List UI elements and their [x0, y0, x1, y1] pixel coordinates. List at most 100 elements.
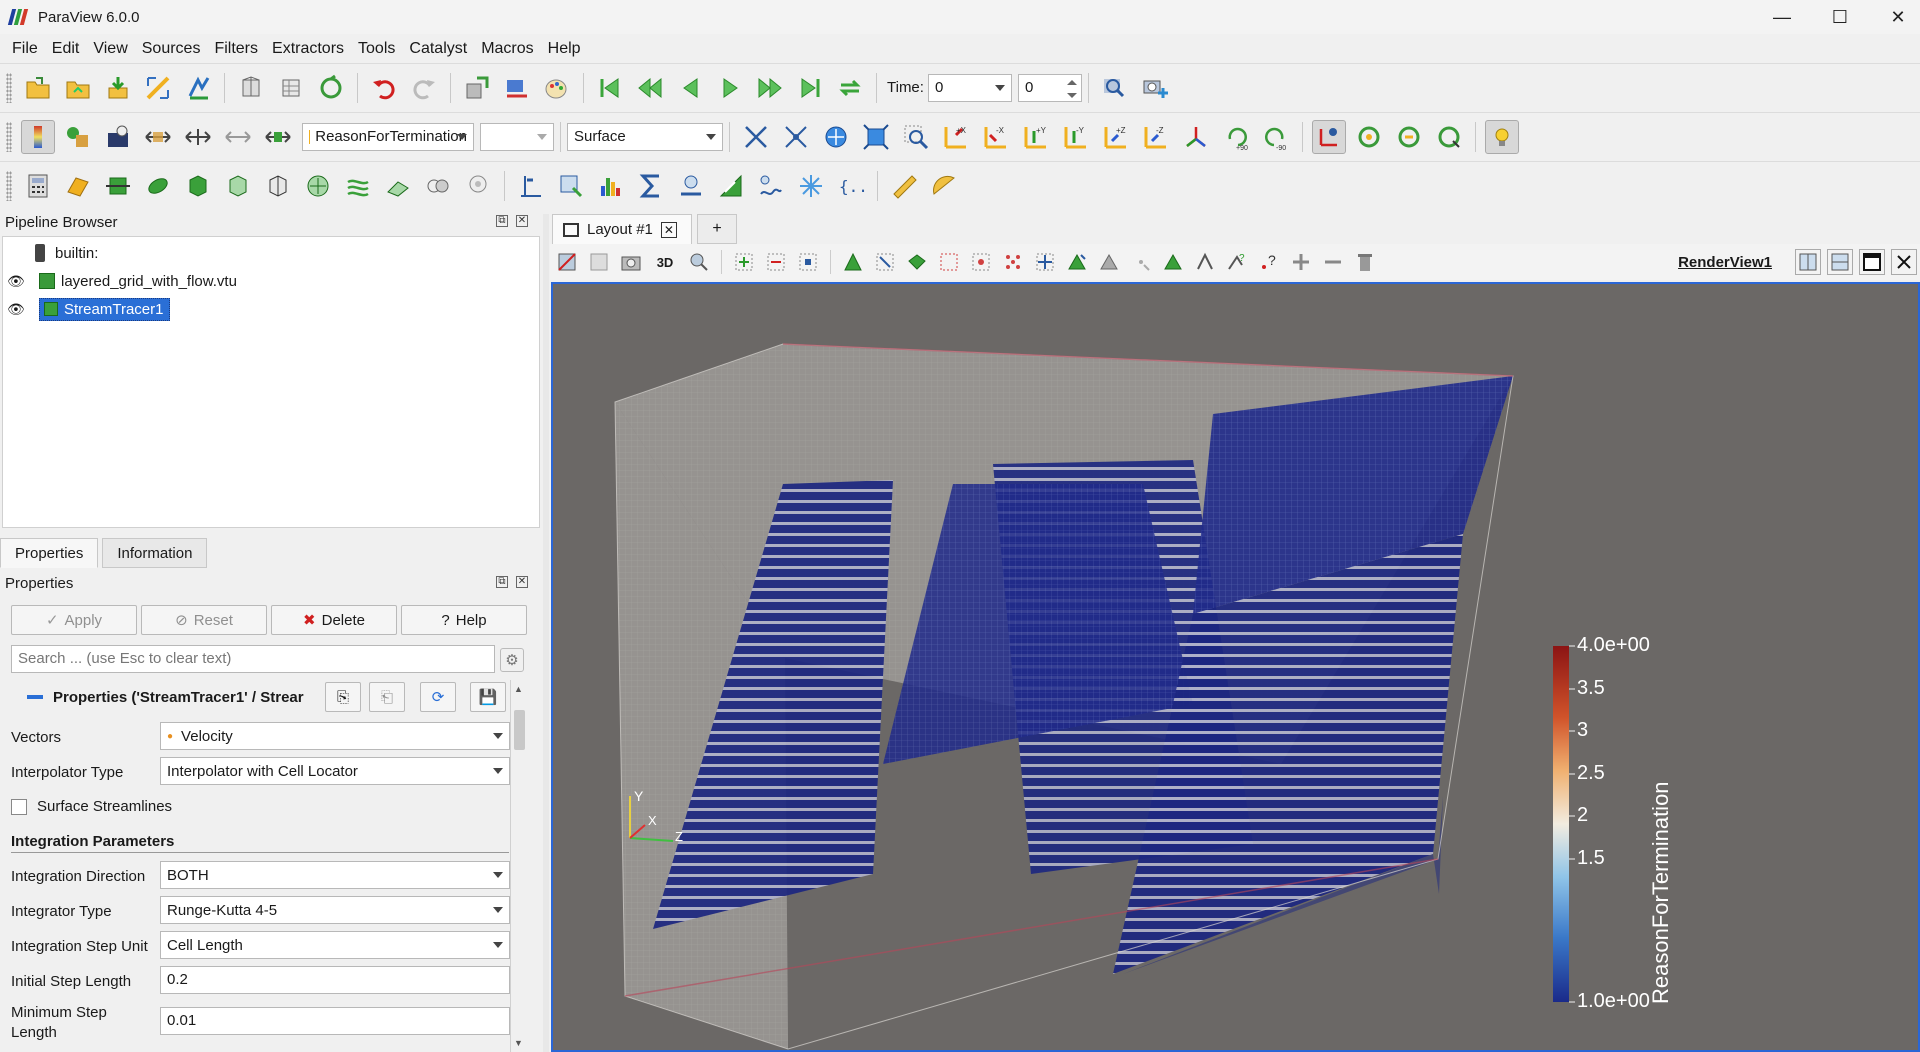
- select-query-icon[interactable]: ?: [1224, 249, 1250, 275]
- rotate-plus-90-icon[interactable]: +90: [1219, 120, 1253, 154]
- rescale-range-icon[interactable]: [141, 120, 175, 154]
- close-window-button[interactable]: ✕: [1869, 0, 1920, 34]
- light-kit-icon[interactable]: [1485, 119, 1519, 154]
- component-combo[interactable]: [480, 122, 554, 151]
- set-view-minus-z-icon[interactable]: -Z: [1139, 120, 1173, 154]
- close-panel-icon[interactable]: ✕: [516, 215, 528, 227]
- color-by-combo[interactable]: ReasonForTermination: [302, 122, 474, 151]
- representation-combo[interactable]: Surface: [567, 122, 723, 151]
- interactive-select-cells-icon[interactable]: [968, 249, 994, 275]
- reset-center-icon[interactable]: [1392, 120, 1426, 154]
- ruler-icon[interactable]: [887, 169, 921, 203]
- recent-files-icon[interactable]: [61, 71, 95, 105]
- stream-tracer-icon[interactable]: [301, 169, 335, 203]
- properties-search-input[interactable]: Search ... (use Esc to clear text): [11, 645, 495, 673]
- menu-file[interactable]: File: [12, 40, 38, 58]
- reset-session-icon[interactable]: [314, 71, 348, 105]
- panel-splitter[interactable]: [543, 214, 549, 1052]
- toggle-color-legend-icon[interactable]: [21, 119, 55, 154]
- isometric-view-icon[interactable]: [1179, 120, 1213, 154]
- find-data-icon[interactable]: [234, 71, 268, 105]
- maximize-view-icon[interactable]: [1859, 249, 1885, 275]
- minimize-button[interactable]: —: [1753, 0, 1811, 34]
- render-view[interactable]: Y X Z 4.0e+00 3.5 3 2.5 2 1.5 1.0e+00 Re…: [551, 282, 1920, 1052]
- clip-icon[interactable]: [101, 169, 135, 203]
- warp-icon[interactable]: [341, 169, 375, 203]
- pipeline-item-vtu[interactable]: 👁 layered_grid_with_flow.vtu: [7, 269, 237, 293]
- set-view-plus-y-icon[interactable]: +Y: [1019, 120, 1053, 154]
- toggle-3d-button[interactable]: 3D: [650, 249, 680, 275]
- hover-cells-icon[interactable]: [1064, 249, 1090, 275]
- connect-icon[interactable]: [141, 71, 175, 105]
- add-selection-icon[interactable]: [1288, 249, 1314, 275]
- integrator-type-combo[interactable]: Runge-Kutta 4-5: [160, 896, 510, 924]
- zoom-box-icon[interactable]: [686, 249, 712, 275]
- reset-camera-icon[interactable]: [739, 120, 773, 154]
- reload-icon[interactable]: ⟳: [420, 682, 456, 712]
- pick-center-icon[interactable]: [1432, 120, 1466, 154]
- apply-button[interactable]: ✓ Apply: [11, 605, 137, 635]
- capture-screenshot-icon[interactable]: [1138, 71, 1172, 105]
- reset-button[interactable]: ⊘ Reset: [141, 605, 267, 635]
- select-faces-icon[interactable]: [1192, 249, 1218, 275]
- temporal-stats-icon[interactable]: [674, 169, 708, 203]
- paste-properties-icon[interactable]: ⎗: [369, 682, 405, 712]
- integration-direction-combo[interactable]: BOTH: [160, 861, 510, 889]
- subtract-selection-icon[interactable]: [1320, 249, 1346, 275]
- undock-icon[interactable]: ⧉: [496, 215, 508, 227]
- menu-edit[interactable]: Edit: [52, 40, 80, 58]
- show-center-icon[interactable]: [1352, 120, 1386, 154]
- tab-properties[interactable]: Properties: [0, 538, 99, 568]
- group-datasets-icon[interactable]: [381, 169, 415, 203]
- vectors-combo[interactable]: ● Velocity: [160, 722, 510, 750]
- toolbar-grip[interactable]: [6, 72, 12, 103]
- disconnect-icon[interactable]: [181, 71, 215, 105]
- first-frame-icon[interactable]: [593, 71, 627, 105]
- pipeline-item-builtin[interactable]: builtin:: [35, 241, 98, 265]
- initial-step-input[interactable]: 0.2: [160, 966, 510, 994]
- last-frame-icon[interactable]: [793, 71, 827, 105]
- edit-color-map-icon[interactable]: [61, 120, 95, 154]
- properties-section-header[interactable]: Properties ('StreamTracer1' / Strear: [11, 682, 317, 712]
- spreadsheet-cube-icon[interactable]: [274, 71, 308, 105]
- zoom-closest-icon[interactable]: [859, 120, 893, 154]
- split-horizontal-icon[interactable]: [1795, 249, 1821, 275]
- camera-undo-icon[interactable]: [460, 71, 494, 105]
- select-polygon-cells-icon[interactable]: [872, 249, 898, 275]
- loop-icon[interactable]: [833, 71, 867, 105]
- menu-view[interactable]: View: [93, 40, 127, 58]
- set-view-minus-y-icon[interactable]: -Y: [1059, 120, 1093, 154]
- histogram-icon[interactable]: [594, 169, 628, 203]
- redo-icon[interactable]: [407, 71, 441, 105]
- glyph-icon[interactable]: [261, 169, 295, 203]
- sum-icon[interactable]: [634, 169, 668, 203]
- copy-properties-icon[interactable]: ⎘: [325, 682, 361, 712]
- select-points-through-icon[interactable]: [840, 249, 866, 275]
- new-layout-tab[interactable]: +: [697, 214, 737, 244]
- save-defaults-icon[interactable]: 💾: [470, 682, 506, 712]
- advanced-gear-icon[interactable]: ⚙: [500, 648, 524, 672]
- extract-subset-icon[interactable]: [221, 169, 255, 203]
- reverse-play-icon[interactable]: [673, 71, 707, 105]
- menu-macros[interactable]: Macros: [481, 40, 533, 58]
- save-data-icon[interactable]: [101, 71, 135, 105]
- close-panel-icon[interactable]: ✕: [516, 576, 528, 588]
- time-step-spinbox[interactable]: 0: [1017, 73, 1082, 102]
- scrollbar-thumb[interactable]: [514, 710, 525, 750]
- contour-icon[interactable]: [61, 169, 95, 203]
- set-view-minus-x-icon[interactable]: -X: [979, 120, 1013, 154]
- probe-icon[interactable]: [461, 169, 495, 203]
- select-polygon-points-icon[interactable]: [904, 249, 930, 275]
- menu-help[interactable]: Help: [548, 40, 581, 58]
- visibility-eye-icon[interactable]: 👁: [7, 273, 29, 290]
- menu-sources[interactable]: Sources: [142, 40, 201, 58]
- reset-camera-closest-icon[interactable]: [779, 120, 813, 154]
- checkbox-icon[interactable]: [11, 798, 27, 815]
- close-view-icon[interactable]: [1891, 249, 1917, 275]
- query-icon[interactable]: ?: [1256, 249, 1282, 275]
- ensemble-icon[interactable]: [794, 169, 828, 203]
- use-separate-color-map-icon[interactable]: [101, 120, 135, 154]
- interactive-select-points-icon[interactable]: [1000, 249, 1026, 275]
- undock-icon[interactable]: ⧉: [496, 576, 508, 588]
- select-points-on-icon[interactable]: [763, 249, 789, 275]
